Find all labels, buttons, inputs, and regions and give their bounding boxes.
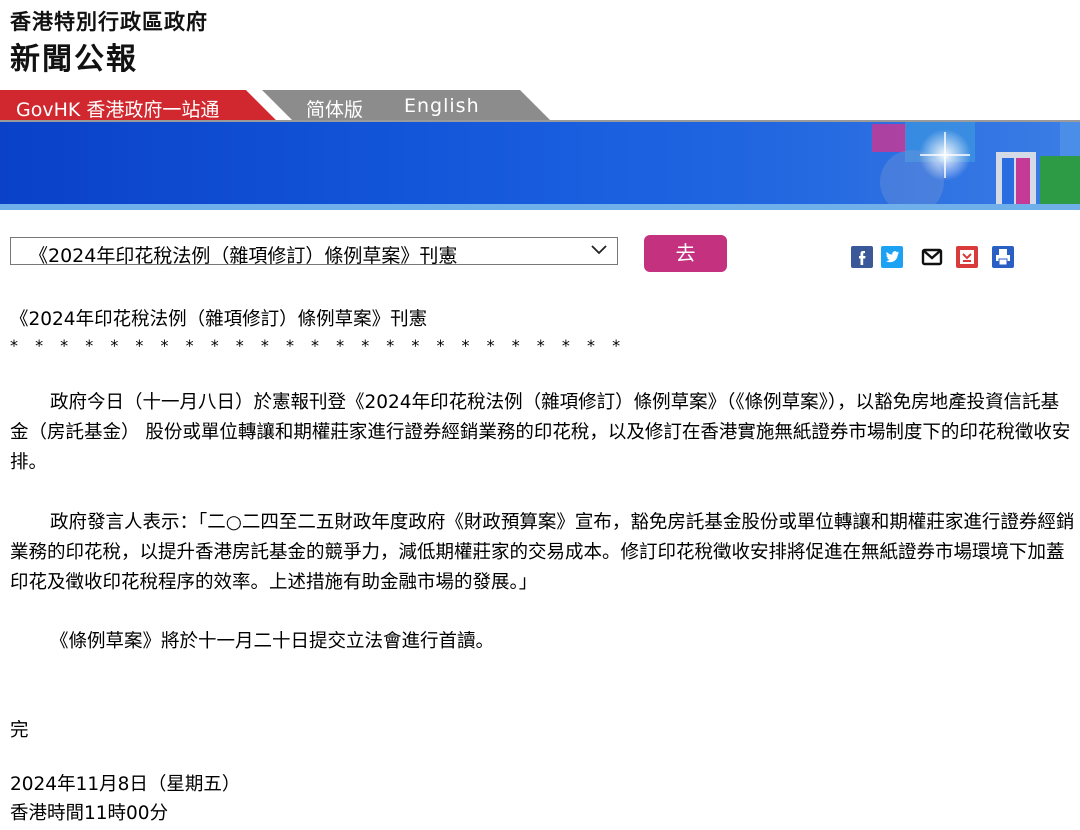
article-paragraph-2: 政府發言人表示：「二○二四至二五財政年度政府《財政預算案》宣布，豁免房託基金股份…	[10, 512, 1075, 593]
article-select-dropdown[interactable]: 《2024年印花稅法例（雜項修訂）條例草案》刊憲	[10, 237, 618, 267]
chevron-down-icon	[591, 245, 607, 255]
article-paragraph-3: 《條例草案》將於十一月二十日提交立法會進行首讀。	[50, 631, 495, 652]
facebook-icon[interactable]	[851, 246, 873, 268]
article-title: 《2024年印花稅法例（雜項修訂）條例草案》刊憲	[10, 309, 428, 330]
email-icon[interactable]	[921, 246, 943, 268]
top-nav-bar: GovHK 香港政府一站通 简体版 English	[0, 90, 1080, 122]
press-releases-title: 新聞公報	[10, 42, 138, 77]
article-paragraph-1: 政府今日（十一月八日）於憲報刊登《2024年印花稅法例（雜項修訂）條例草案》（《…	[10, 392, 1071, 473]
go-button[interactable]: 去	[644, 235, 727, 272]
govhk-link[interactable]: GovHK 香港政府一站通	[16, 95, 219, 122]
government-name: 香港特別行政區政府	[10, 10, 208, 34]
twitter-icon[interactable]	[881, 246, 903, 268]
title-separator: * * * * * * * * * * * * * * * * * * * * …	[10, 336, 627, 355]
decorative-banner	[0, 122, 1080, 210]
print-icon[interactable]	[992, 246, 1014, 268]
end-mark: 完	[10, 720, 29, 741]
article-select-value: 《2024年印花稅法例（雜項修訂）條例草案》刊憲	[29, 245, 458, 267]
banner-bottom-strip	[0, 204, 1080, 210]
bookmark-icon[interactable]	[956, 246, 978, 268]
banner-artwork	[700, 122, 1080, 210]
page-header: 香港特別行政區政府 新聞公報	[0, 0, 1080, 90]
english-link[interactable]: English	[404, 95, 480, 117]
release-date: 2024年11月8日（星期五）	[10, 774, 241, 795]
simplified-chinese-link[interactable]: 简体版	[306, 95, 363, 122]
release-time: 香港時間11時00分	[10, 803, 169, 824]
